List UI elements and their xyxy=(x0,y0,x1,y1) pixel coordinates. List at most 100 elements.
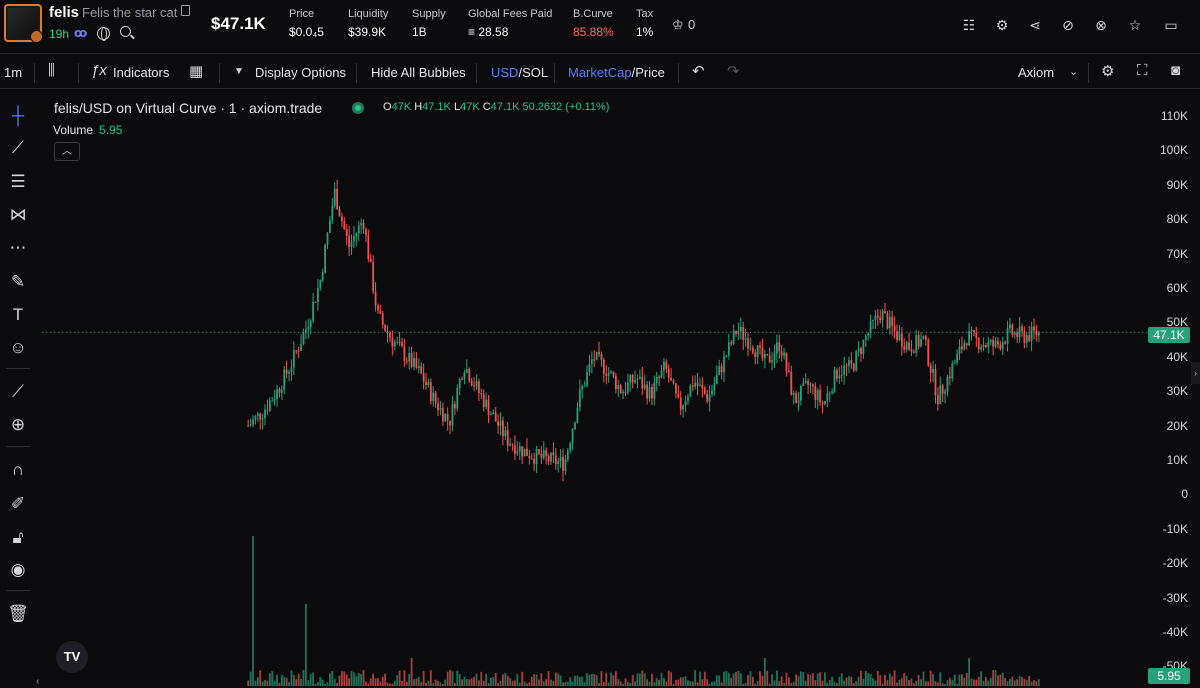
candle xyxy=(374,291,377,306)
stat-label: Price xyxy=(289,8,315,20)
currency-toggle[interactable]: USD/SOL xyxy=(491,65,548,80)
interval-button[interactable]: 1m xyxy=(4,65,22,80)
volume-bar xyxy=(761,675,764,686)
trendline-icon[interactable]: ⟋ xyxy=(6,136,30,160)
candle xyxy=(816,390,819,400)
volume-bar xyxy=(490,677,492,686)
volume-bar xyxy=(280,674,283,686)
crosshair-icon[interactable]: ┼ xyxy=(6,104,30,128)
candle xyxy=(511,444,514,446)
candle xyxy=(590,359,593,364)
star-icon[interactable]: ☆ xyxy=(1124,14,1146,36)
volume-bar xyxy=(324,683,326,686)
candle xyxy=(900,333,903,347)
chevron-left-icon[interactable]: ‹ xyxy=(36,676,39,687)
candle xyxy=(345,229,348,236)
volume-bar xyxy=(429,670,432,686)
hide-bubbles-button[interactable]: Hide All Bubbles xyxy=(371,65,466,80)
tools-divider xyxy=(6,368,30,369)
candle xyxy=(934,368,937,396)
indicators-button[interactable]: Indicators xyxy=(113,65,169,80)
search-icon[interactable] xyxy=(120,26,131,37)
magnet-icon[interactable]: ∩ xyxy=(6,458,30,482)
toolbar-divider xyxy=(219,63,220,83)
volume-bar xyxy=(893,670,896,686)
stat-label: B.Curve xyxy=(573,8,613,20)
volume-bar xyxy=(706,679,709,686)
chevron-right-icon[interactable]: › xyxy=(1191,362,1200,384)
volume-bar xyxy=(554,672,557,686)
globe-icon[interactable] xyxy=(97,27,110,41)
metric-toggle[interactable]: MarketCap/Price xyxy=(568,65,665,80)
price-axis[interactable]: 110K 100K 90K 80K 70K 60K 50K 40K 30K 20K 10K 0 -10K… xyxy=(1148,90,1200,688)
candle xyxy=(600,354,603,360)
fib-icon[interactable]: ⋯ xyxy=(6,236,30,260)
volume-bar xyxy=(355,676,358,686)
candle xyxy=(321,272,324,280)
list-icon[interactable]: ☷ xyxy=(958,14,980,36)
volume-bar xyxy=(581,676,584,686)
candle xyxy=(300,344,302,352)
candle xyxy=(456,388,459,409)
volume-bar xyxy=(876,671,879,686)
volume-bar xyxy=(569,677,572,686)
candle xyxy=(268,400,271,411)
collapse-legend-button[interactable]: ︿ xyxy=(54,142,80,161)
pattern-icon[interactable]: ⋈ xyxy=(6,203,30,227)
candle-type-icon[interactable]: ⫼ xyxy=(48,62,55,79)
chevron-down-icon[interactable]: ⌄ xyxy=(1069,65,1078,78)
volume-bar xyxy=(677,679,680,686)
volume-bar xyxy=(946,680,949,686)
candle xyxy=(605,373,608,376)
holders-icon[interactable]: ꝏ xyxy=(74,26,87,40)
redo-icon[interactable]: ↷ xyxy=(727,62,740,80)
copy-icon[interactable] xyxy=(181,5,190,16)
trash-icon[interactable]: 🗑︎ xyxy=(6,602,30,626)
settings-icon[interactable]: ⚙ xyxy=(991,14,1013,36)
display-options-button[interactable]: Display Options xyxy=(255,65,346,80)
eye-off-icon[interactable]: ⊗ xyxy=(1090,14,1112,36)
share-icon[interactable]: ⋖ xyxy=(1024,14,1046,36)
horizontal-lines-icon[interactable]: ☰ xyxy=(6,170,30,194)
emoji-icon[interactable]: ☺ xyxy=(6,336,30,360)
price-chart[interactable] xyxy=(42,96,1148,688)
candle xyxy=(862,339,865,354)
chart-settings-icon[interactable]: ⚙ xyxy=(1101,62,1114,80)
undo-icon[interactable]: ↶ xyxy=(692,62,705,80)
volume-bar xyxy=(773,680,776,686)
camera-icon[interactable]: ◙ xyxy=(1171,62,1180,79)
candle xyxy=(538,449,540,454)
text-icon[interactable]: T xyxy=(6,303,30,327)
candle xyxy=(807,380,810,385)
zoom-in-icon[interactable]: ⊕ xyxy=(6,413,30,437)
candle xyxy=(718,366,721,376)
crown-icon[interactable]: ♔ xyxy=(672,17,684,33)
fullscreen-icon[interactable]: ⛶ xyxy=(1137,62,1148,79)
candle xyxy=(273,399,276,401)
volume-bar xyxy=(814,680,817,686)
lock-pencil-icon[interactable]: ✐ xyxy=(6,492,30,516)
candle xyxy=(864,335,867,340)
toolbar-divider xyxy=(476,63,477,83)
source-select[interactable]: Axiom xyxy=(1018,65,1054,80)
volume-bar xyxy=(684,676,687,686)
candle xyxy=(353,236,355,242)
templates-icon[interactable]: ▦ xyxy=(189,62,203,80)
tradingview-logo[interactable]: TV xyxy=(56,641,88,673)
candle xyxy=(413,358,415,367)
ruler-icon[interactable]: ⟋ xyxy=(6,380,30,404)
volume-bar xyxy=(588,674,591,686)
candle xyxy=(492,412,495,415)
volume-bar xyxy=(775,670,778,686)
lock-icon[interactable]: 🔓︎ xyxy=(6,526,30,550)
volume-bar xyxy=(470,678,473,686)
volume-legend: Volume 5.95 xyxy=(53,123,122,137)
stat-label: Global Fees Paid xyxy=(468,8,553,20)
window-icon[interactable]: ▭ xyxy=(1160,14,1182,36)
volume-bar xyxy=(482,680,485,686)
eye-icon[interactable]: ◉ xyxy=(6,558,30,582)
brush-icon[interactable]: ✎ xyxy=(6,270,30,294)
candle xyxy=(307,327,310,330)
chart-canvas[interactable] xyxy=(42,96,1148,688)
hide-icon[interactable]: ⊘ xyxy=(1057,14,1079,36)
